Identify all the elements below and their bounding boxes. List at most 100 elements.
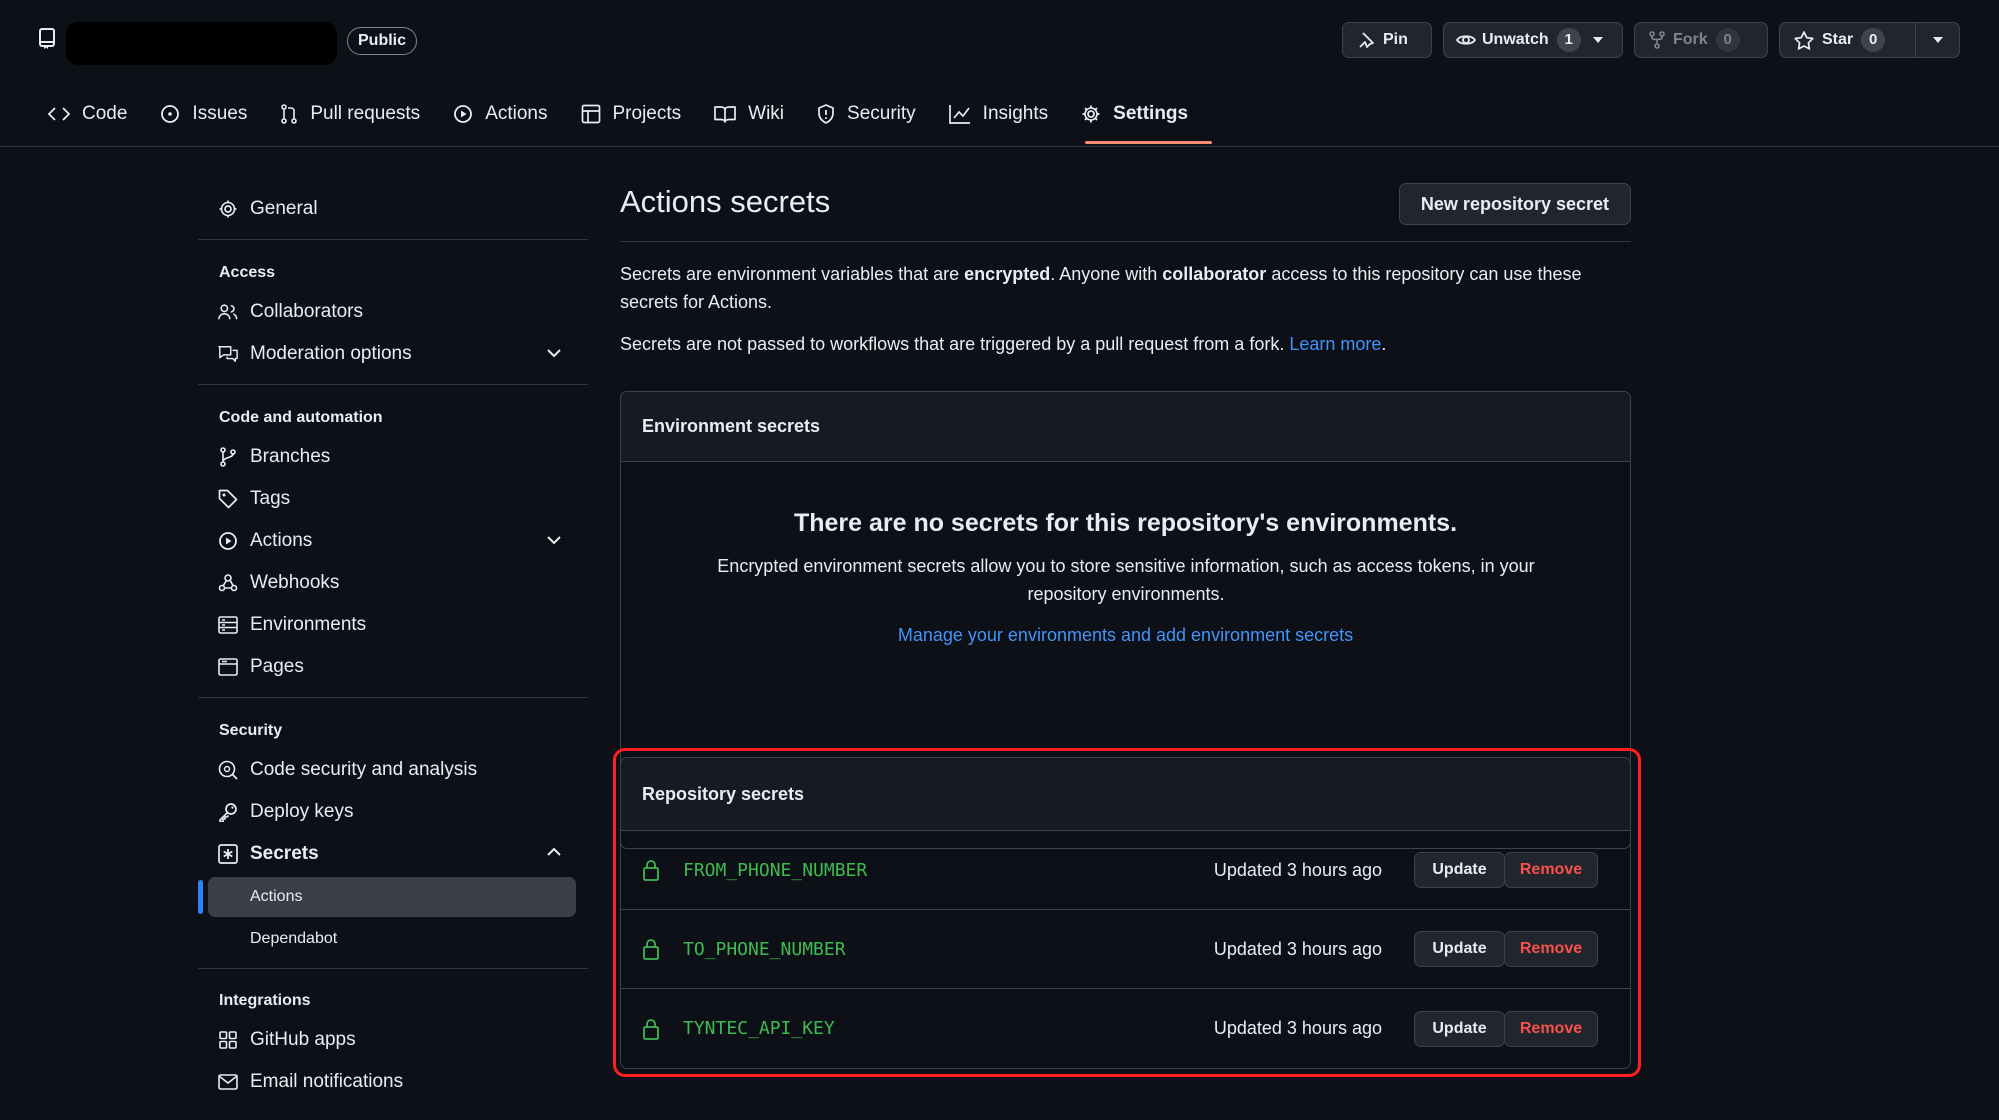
sidebar-item-environments[interactable]: Environments	[218, 610, 366, 640]
tab-label: Wiki	[748, 103, 785, 124]
fork-count: 0	[1715, 28, 1740, 52]
intro-text-part: . Anyone with	[1050, 264, 1163, 284]
play-icon	[218, 531, 238, 551]
intro-text-part: Secrets are environment variables that a…	[620, 264, 965, 284]
empty-state-title: There are no secrets for this repository…	[793, 509, 1458, 537]
section-heading-access: Access	[219, 264, 276, 281]
tab-label: Actions	[485, 103, 548, 124]
caret-down-icon[interactable]	[1592, 37, 1603, 43]
caret-down-icon	[1932, 37, 1943, 43]
sidebar-item-branches[interactable]: Branches	[218, 442, 330, 472]
sidebar-item-label: Actions	[250, 530, 313, 551]
empty-state-description: Encrypted environment secrets allow you …	[717, 556, 1535, 604]
divider	[198, 697, 588, 698]
sidebar-item-label: Environments	[250, 614, 367, 635]
sidebar-item-moderation-options[interactable]: Moderation options	[218, 339, 412, 369]
highlight-annotation	[613, 748, 1641, 1077]
tab-code[interactable]: Code	[48, 96, 127, 132]
pin-button[interactable]: Pin	[1342, 22, 1432, 58]
tab-actions[interactable]: Actions	[453, 96, 548, 132]
chevron-down-icon[interactable]	[546, 348, 562, 358]
divider	[198, 384, 588, 385]
sidebar-item-label: GitHub apps	[250, 1029, 356, 1050]
sidebar-item-label: Webhooks	[250, 572, 340, 593]
browser-icon	[218, 658, 238, 676]
tab-projects[interactable]: Projects	[581, 96, 682, 132]
sidebar-item-code-security[interactable]: Code security and analysis	[218, 755, 477, 785]
webhook-icon	[218, 573, 238, 593]
sidebar-item-general[interactable]: General	[218, 194, 318, 224]
sidebar-item-webhooks[interactable]: Webhooks	[218, 568, 339, 598]
chevron-down-icon[interactable]	[546, 535, 562, 545]
sidebar-item-label: General	[250, 198, 318, 219]
tab-security[interactable]: Security	[817, 96, 916, 132]
tab-label: Projects	[612, 103, 682, 124]
key-asterisk-icon	[218, 844, 238, 864]
repo-header: Public Pin Unwatch 1 Fork 0 Star 0 Code …	[0, 0, 1999, 147]
tab-label: Insights	[982, 103, 1049, 124]
issue-icon	[160, 104, 180, 124]
sidebar-item-label: Tags	[250, 488, 291, 509]
sidebar-subitem-actions[interactable]: Actions	[208, 877, 576, 917]
sidebar-item-label: Moderation options	[250, 343, 412, 364]
intro-bold-encrypted: encrypted	[964, 264, 1051, 284]
tab-issues[interactable]: Issues	[160, 96, 247, 132]
sidebar-subitem-dependabot[interactable]: Dependabot	[208, 919, 576, 959]
page-title: Actions secrets	[620, 184, 831, 219]
divider	[620, 241, 1631, 242]
tab-pull-requests[interactable]: Pull requests	[280, 96, 420, 132]
star-list-dropdown[interactable]	[1915, 22, 1960, 58]
sidebar-item-deploy-keys[interactable]: Deploy keys	[218, 797, 354, 827]
comment-discussion-icon	[218, 344, 238, 364]
tab-label: Code	[82, 103, 128, 124]
fork-notice: Secrets are not passed to workflows that…	[620, 334, 1387, 354]
pull-request-icon	[280, 104, 298, 124]
codescan-icon	[218, 760, 238, 780]
section-heading-security: Security	[219, 722, 283, 739]
sidebar-item-pages[interactable]: Pages	[218, 652, 304, 682]
sidebar-item-collaborators[interactable]: Collaborators	[218, 297, 363, 327]
sidebar-item-label: Collaborators	[250, 301, 363, 322]
sidebar-item-label: Pages	[250, 656, 304, 677]
table-icon	[581, 104, 601, 124]
tab-wiki[interactable]: Wiki	[714, 96, 784, 132]
gear-icon	[218, 199, 238, 219]
sidebar-item-secrets[interactable]: Secrets	[218, 839, 319, 869]
pin-label: Pin	[1383, 31, 1408, 48]
tab-label: Pull requests	[310, 103, 421, 124]
key-icon	[218, 802, 238, 822]
play-icon	[453, 104, 473, 124]
visibility-badge: Public	[347, 27, 418, 55]
eye-icon	[1456, 32, 1476, 48]
tab-settings[interactable]: Settings	[1081, 96, 1188, 132]
people-icon	[218, 303, 238, 321]
sidebar-item-label: Code security and analysis	[250, 759, 478, 780]
sidebar-item-actions[interactable]: Actions	[218, 526, 312, 556]
tab-label: Security	[847, 103, 916, 124]
sidebar-item-label: Deploy keys	[250, 801, 354, 822]
star-count: 0	[1861, 28, 1886, 52]
sidebar-item-github-apps[interactable]: GitHub apps	[218, 1025, 356, 1055]
unwatch-label: Unwatch	[1482, 31, 1549, 48]
new-repository-secret-button[interactable]: New repository secret	[1398, 183, 1631, 225]
chevron-up-icon[interactable]	[546, 847, 562, 857]
learn-more-link[interactable]: Learn more	[1289, 334, 1381, 354]
pin-icon	[1357, 31, 1375, 49]
unwatch-button[interactable]: Unwatch 1	[1443, 22, 1623, 58]
star-icon	[1794, 30, 1814, 50]
sidebar-item-tags[interactable]: Tags	[218, 484, 290, 514]
section-heading-code-and-automation: Code and automation	[219, 409, 383, 426]
manage-environments-link: Manage your environments and add environ…	[621, 625, 1630, 646]
manage-environments-link-text[interactable]: Manage your environments and add environ…	[898, 625, 1353, 645]
redacted-repo-name[interactable]	[66, 22, 337, 65]
repo-icon	[38, 28, 56, 50]
environment-secrets-heading: Environment secrets	[621, 392, 1630, 462]
fork-button[interactable]: Fork 0	[1634, 22, 1768, 58]
sidebar-item-email-notifications[interactable]: Email notifications	[218, 1067, 403, 1097]
star-button[interactable]: Star 0	[1779, 22, 1916, 58]
tab-insights[interactable]: Insights	[948, 96, 1049, 132]
code-icon	[48, 107, 70, 121]
section-heading-integrations: Integrations	[219, 992, 311, 1009]
watch-count: 1	[1556, 28, 1581, 52]
intro-text: Secrets are environment variables that a…	[620, 260, 1631, 316]
